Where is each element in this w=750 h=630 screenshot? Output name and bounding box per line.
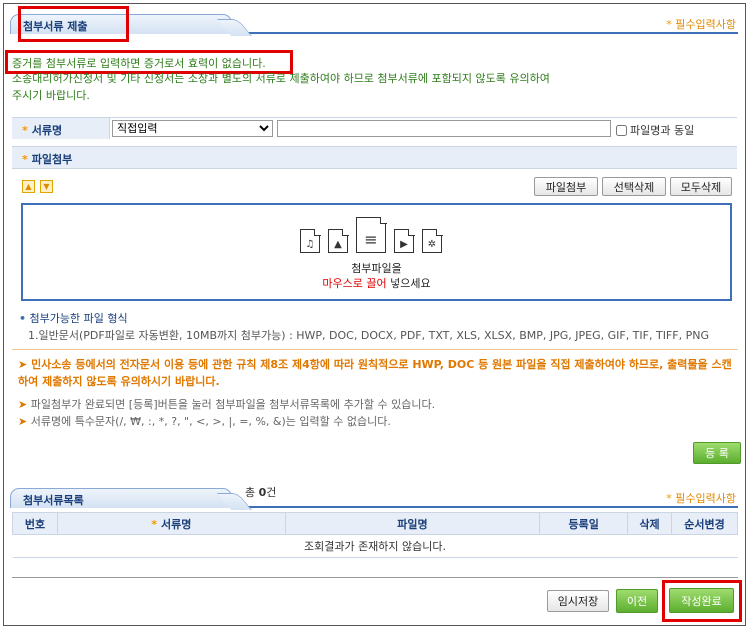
same-as-filename-checkbox[interactable] bbox=[616, 124, 627, 136]
arrow-right-icon: ➤ bbox=[18, 358, 28, 371]
same-as-filename-label: 파일명과 동일 bbox=[630, 124, 695, 137]
image-file-icon: ▲ bbox=[328, 228, 349, 253]
temp-save-button[interactable]: 임시저장 bbox=[547, 590, 609, 612]
col-file-name: 파일명 bbox=[284, 512, 541, 535]
list-section-title: 첨부서류목록 bbox=[10, 488, 232, 508]
settings-file-icon: ✲ bbox=[422, 228, 443, 253]
triangle-down-icon: ▼ bbox=[43, 182, 50, 191]
table-row-empty: 조회결과가 존재하지 않습니다. bbox=[12, 534, 738, 558]
required-star-icon: * bbox=[151, 517, 157, 531]
document-file-icon: ≡ bbox=[356, 216, 387, 253]
move-down-button[interactable]: ▼ bbox=[40, 180, 53, 193]
arrow-right-icon: ➤ bbox=[18, 415, 28, 428]
delete-selected-button[interactable]: 선택삭제 bbox=[602, 177, 666, 196]
formats-title: • 첨부가능한 파일 형식 bbox=[19, 312, 128, 325]
file-attach-row: * 파일첨부 bbox=[12, 146, 737, 169]
file-type-icons: ♫ ▲ ≡ ▶ ✲ bbox=[300, 216, 443, 253]
doc-name-row: * 서류명 직접입력 파일명과 동일 bbox=[12, 117, 737, 139]
notice-line-3: 주시기 바랍니다. bbox=[12, 89, 90, 102]
col-doc-name: * 서류명 bbox=[56, 512, 286, 535]
same-as-filename-option[interactable]: 파일명과 동일 bbox=[616, 122, 694, 138]
col-reg-date: 등록일 bbox=[539, 512, 629, 535]
arrow-right-icon: ➤ bbox=[18, 398, 28, 411]
divider bbox=[12, 349, 738, 350]
tip-1: ➤ 파일첨부가 완료되면 [등록]버튼을 눌러 첨부파일을 첨부서류목록에 추가… bbox=[18, 398, 436, 411]
warning-main: ➤ 민사소송 등에서의 전자문서 이용 등에 관한 규칙 제8조 제4항에 따라… bbox=[18, 358, 732, 388]
file-dropzone[interactable]: ♫ ▲ ≡ ▶ ✲ 첨부파일을 마우스로 끌어 넣으세요 bbox=[21, 203, 732, 301]
doc-name-input[interactable] bbox=[277, 120, 611, 137]
delete-all-button[interactable]: 모두삭제 bbox=[670, 177, 732, 196]
dropzone-text-1: 첨부파일을 bbox=[351, 262, 402, 275]
triangle-up-icon: ▲ bbox=[25, 182, 32, 191]
bottom-divider bbox=[12, 577, 738, 578]
list-count: 총 0건 bbox=[245, 486, 277, 499]
doc-name-label: * 서류명 bbox=[12, 118, 110, 139]
col-order: 순서변경 bbox=[671, 512, 738, 535]
video-file-icon: ▶ bbox=[394, 228, 415, 253]
col-no: 번호 bbox=[12, 512, 58, 535]
dropzone-text-2: 마우스로 끌어 넣으세요 bbox=[322, 277, 431, 290]
doc-type-select[interactable]: 직접입력 bbox=[112, 120, 273, 137]
attachment-list-table: 번호 * 서류명 파일명 등록일 삭제 순서변경 조회결과가 존재하지 않습니다. bbox=[12, 512, 738, 558]
move-up-button[interactable]: ▲ bbox=[22, 180, 35, 193]
list-required-note: * 필수입력사항 bbox=[666, 492, 736, 505]
formats-line-1: 1.일반문서(PDF파일로 자동변환, 10MB까지 첨부가능) : HWP, … bbox=[28, 329, 709, 342]
bullet-icon: • bbox=[19, 312, 27, 325]
tip-2: ➤ 서류명에 특수문자(/, ₩, :, *, ?, ", <, >, |, =… bbox=[18, 415, 391, 428]
notice-line-2: 소송대리허가신청서 및 기타 신청서는 소장과 별도의 서류로 제출하여야 하므… bbox=[12, 72, 550, 85]
required-star-icon: * bbox=[22, 124, 28, 137]
required-star-icon: * bbox=[666, 492, 672, 505]
required-star-icon: * bbox=[666, 18, 672, 31]
required-note: * 필수입력사항 bbox=[666, 18, 736, 31]
file-attach-label: * 파일첨부 bbox=[12, 147, 737, 168]
highlight-box-title bbox=[18, 6, 129, 42]
highlight-box-complete bbox=[662, 580, 742, 622]
required-star-icon: * bbox=[22, 153, 28, 166]
list-section-header: 첨부서류목록 * 필수입력사항 bbox=[10, 486, 738, 508]
col-delete: 삭제 bbox=[627, 512, 673, 535]
music-file-icon: ♫ bbox=[300, 228, 321, 253]
attach-file-button[interactable]: 파일첨부 bbox=[534, 177, 598, 196]
register-button[interactable]: 등 록 bbox=[693, 442, 741, 464]
empty-message: 조회결과가 존재하지 않습니다. bbox=[12, 534, 738, 558]
prev-button[interactable]: 이전 bbox=[616, 589, 658, 613]
